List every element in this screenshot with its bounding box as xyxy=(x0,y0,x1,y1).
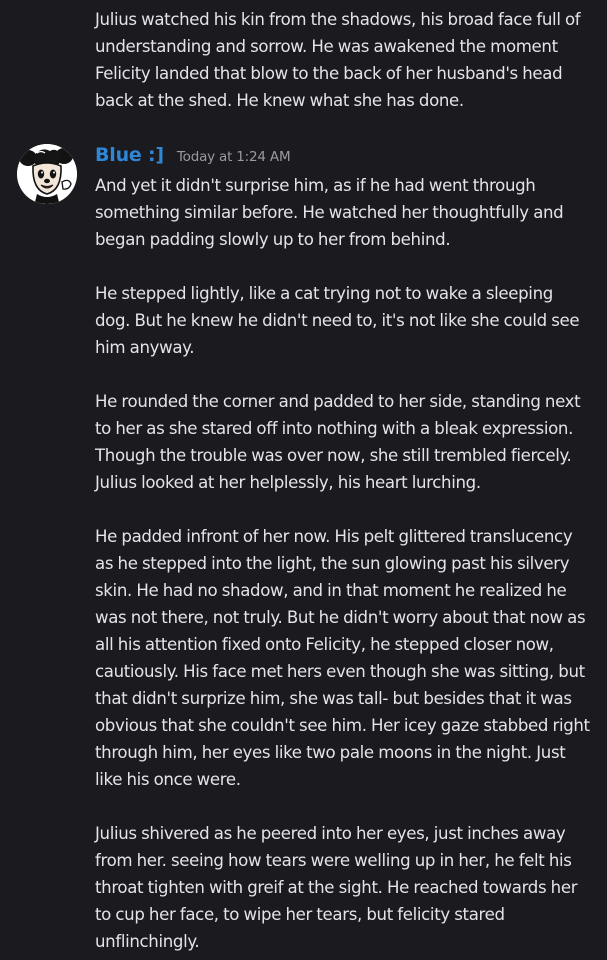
message-paragraph: He padded infront of her now. His pelt g… xyxy=(95,527,590,789)
message-header: Blue :] Today at 1:24 AM xyxy=(95,144,291,174)
user-avatar[interactable] xyxy=(17,144,77,204)
message-paragraph: He rounded the corner and padded to her … xyxy=(95,392,581,492)
author-username[interactable]: Blue :] xyxy=(95,144,164,166)
message-paragraph: He stepped lightly, like a cat trying no… xyxy=(95,284,580,357)
chat-log: Julius watched his kin from the shadows,… xyxy=(0,0,607,960)
cartoon-mouse-avatar-icon xyxy=(17,144,77,204)
message-paragraph: Julius shivered as he peered into her ey… xyxy=(95,824,578,951)
message-paragraph: And yet it didn't surprise him, as if he… xyxy=(95,176,564,249)
message-timestamp[interactable]: Today at 1:24 AM xyxy=(177,149,291,165)
previous-message-text: Julius watched his kin from the shadows,… xyxy=(95,10,581,110)
